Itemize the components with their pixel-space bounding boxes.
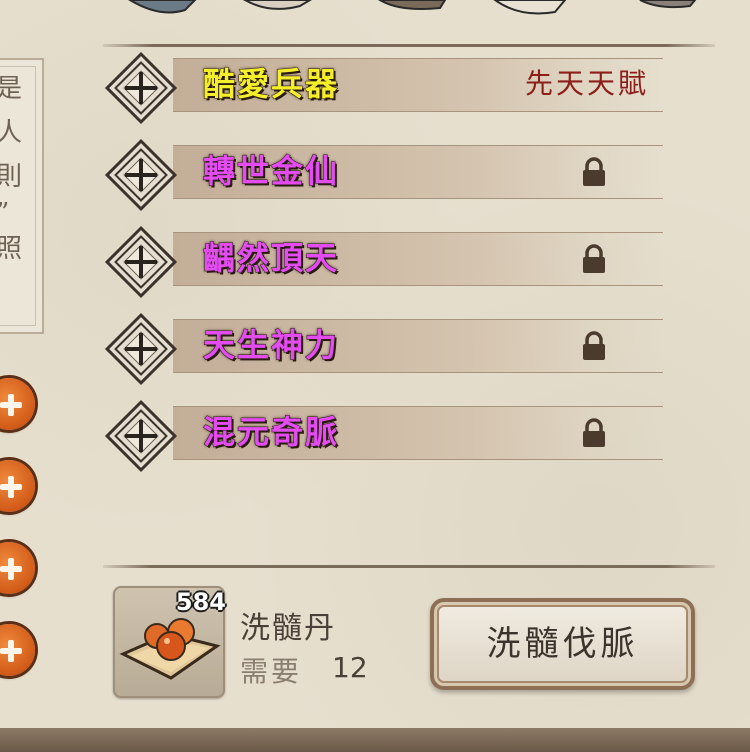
marrow-cleanse-button-label: 洗髓伐脈 [486,624,639,664]
marrow-cleanse-button[interactable]: 洗髓伐脈 [430,598,695,690]
talent-name: 齵然頂天 [202,239,340,278]
item-count: 584 [175,588,226,616]
side-text-3: 則 [0,162,23,192]
lock-icon [583,244,605,273]
lock-icon [583,157,605,186]
side-text-2: 人 [0,118,23,148]
side-description-panel: 是 人 則 ” 照 [0,58,44,334]
diamond-cross-icon [104,138,178,212]
talent-name: 酷愛兵器 [202,65,340,104]
lock-icon [583,418,605,447]
talent-row[interactable]: 轉世金仙 [103,137,715,217]
diamond-cross-icon [104,399,178,473]
talent-name: 轉世金仙 [202,152,340,191]
lock-icon [583,331,605,360]
talent-name: 天生神力 [202,326,340,365]
diamond-cross-icon [104,51,178,125]
top-divider [103,44,715,47]
talent-row[interactable]: 天生神力 [103,311,715,391]
side-text-4: ” [0,200,9,226]
need-value: 12 [332,651,368,684]
item-name: 洗髓丹 [240,611,336,646]
need-label: 需要 [240,655,303,688]
talent-row[interactable]: 齵然頂天 [103,224,715,304]
bottom-divider [103,565,715,568]
side-text-5: 照 [0,234,23,264]
talent-name: 混元奇脈 [202,413,340,452]
top-character-art [128,0,697,15]
talent-row[interactable]: 酷愛兵器 先天天賦 [103,50,715,130]
diamond-cross-icon [104,312,178,386]
side-text-1: 是 [0,74,23,104]
talent-tag: 先天天賦 [525,67,650,100]
bottom-frame [0,728,750,752]
diamond-cross-icon [104,225,178,299]
talent-row[interactable]: 混元奇脈 [103,398,715,478]
